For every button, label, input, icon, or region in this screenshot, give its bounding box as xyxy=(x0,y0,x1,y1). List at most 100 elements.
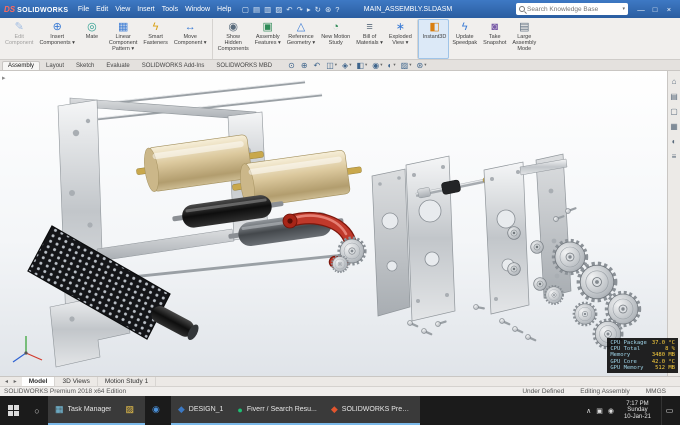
maximize-button[interactable]: □ xyxy=(648,5,662,14)
ribbon-button[interactable]: ∗ Exploded View ▾ xyxy=(386,19,415,59)
graphics-area[interactable] xyxy=(0,71,680,376)
ribbon-button-label: Mate xyxy=(85,34,99,40)
headsup-item[interactable]: ◈ ▾ xyxy=(342,61,351,70)
ribbon-button[interactable]: ◧ Instant3D xyxy=(416,19,450,59)
featuremanager-collapse-icon[interactable]: ▸ xyxy=(2,74,6,82)
taskbar-app-button[interactable]: ▦ Task Manager xyxy=(48,396,119,425)
ribbon-button[interactable]: ≡ Bill of Materials ▾ xyxy=(353,19,386,59)
taskbar-app-button[interactable]: ◆ SOLIDWORKS Prem... xyxy=(323,396,420,425)
ribbon-button[interactable]: ϟ Smart Fasteners xyxy=(140,19,170,59)
menu-item[interactable]: Window xyxy=(182,6,214,13)
knowledge-search[interactable]: ▾ xyxy=(516,3,628,15)
design-library-icon[interactable]: ▤ xyxy=(670,92,678,101)
solidworks-logo: DS SOLIDWORKS xyxy=(4,5,68,14)
menu-item[interactable]: View xyxy=(112,6,134,13)
menu-item[interactable]: Help xyxy=(214,6,235,13)
ribbon-button[interactable]: ✎ Edit Component xyxy=(2,19,36,59)
options-icon[interactable]: ⊛ xyxy=(325,5,331,14)
new-document-icon[interactable]: ▢ xyxy=(242,5,249,14)
headsup-item[interactable]: ◐ ▾ xyxy=(388,61,396,70)
taskbar-app-button[interactable]: ◉ xyxy=(145,396,171,425)
ribbon-button[interactable]: ▦ Linear Component Pattern ▾ xyxy=(106,19,140,59)
exploded-view-icon: ∗ xyxy=(395,21,405,33)
headsup-item[interactable]: ⊕ xyxy=(301,61,309,70)
status-item[interactable]: Under Defined xyxy=(522,388,564,395)
viewport-tab[interactable]: Model xyxy=(21,377,56,386)
ribbon-button[interactable]: ▤ Large Assembly Mode xyxy=(509,19,539,59)
commandmanager-tab[interactable]: Evaluate xyxy=(100,61,135,70)
ribbon-button[interactable]: ◉ Show Hidden Components xyxy=(211,19,252,59)
search-dropdown-icon[interactable]: ▾ xyxy=(622,6,625,12)
graphics-viewport[interactable]: ▸ ⌂ ▤ ▢ ▦ ◐ ≡ CPU Package 37.0 °C CPU Total 8… xyxy=(0,71,680,376)
action-center-icon[interactable]: ▭ xyxy=(661,396,677,425)
ribbon-button[interactable]: ▣ Assembly Features ▾ xyxy=(252,19,284,59)
menu-item[interactable]: Edit xyxy=(93,6,112,13)
appearances-icon[interactable]: ◐ xyxy=(672,137,677,146)
file-explorer-icon[interactable]: ▢ xyxy=(670,107,678,116)
save-icon[interactable]: ▥ xyxy=(264,5,271,14)
viewport-tab[interactable]: Motion Study 1 xyxy=(98,377,157,386)
taskbar-app-button[interactable]: ◆ DESIGN_1 xyxy=(170,396,231,425)
commandmanager-tab[interactable]: SOLIDWORKS MBD xyxy=(210,61,278,70)
print-icon[interactable]: ▨ xyxy=(275,5,282,14)
taskbar-app-button[interactable]: ▨ xyxy=(118,396,145,425)
status-item[interactable]: Editing Assembly xyxy=(580,388,630,395)
headsup-item[interactable]: ▨ ▾ xyxy=(401,61,412,70)
ribbon-button[interactable]: ↔ Move Component ▾ xyxy=(171,19,210,59)
ribbon-button[interactable]: ◙ Take Snapshot xyxy=(480,19,509,59)
open-document-icon[interactable]: ▤ xyxy=(253,5,260,14)
dropdown-arrow-icon: ▾ xyxy=(393,62,396,67)
part-plate-mid-right[interactable] xyxy=(405,155,456,322)
tray-icon-1[interactable]: ▣ xyxy=(596,407,603,415)
ribbon-button-label: View ▾ xyxy=(392,40,409,46)
ribbon-button-label: Snapshot xyxy=(483,40,507,46)
taskbar-app-button[interactable]: ● Fiverr / Search Resu... xyxy=(230,396,324,425)
taskbar-search-icon[interactable]: ○ xyxy=(26,396,48,425)
part-gear-cluster[interactable] xyxy=(543,238,642,350)
close-button[interactable]: × xyxy=(662,5,676,14)
headsup-item[interactable]: ◫ ▾ xyxy=(326,61,337,70)
ribbon-button[interactable]: △ Reference Geometry ▾ xyxy=(284,19,318,59)
help-icon[interactable]: ? xyxy=(335,5,339,14)
part-plate-right[interactable] xyxy=(483,161,530,315)
ribbon-button[interactable]: ⊕ Insert Components ▾ xyxy=(36,19,77,59)
tab-scroll-arrows-icon[interactable]: ◂ ▸ xyxy=(2,378,22,385)
tray-chevron-icon[interactable]: ∧ xyxy=(586,407,591,415)
tray-icon-2[interactable]: ◉ xyxy=(608,407,614,415)
commandmanager-tab[interactable]: Assembly xyxy=(2,61,41,70)
ribbon-button-label: Pattern ▾ xyxy=(112,46,135,52)
headsup-item[interactable]: ⊛ ▾ xyxy=(416,61,426,70)
start-button[interactable] xyxy=(0,396,26,425)
menu-item[interactable]: Tools xyxy=(158,6,181,13)
viewport-tab[interactable]: 3D Views xyxy=(55,377,98,386)
headsup-item[interactable]: ⊙ xyxy=(288,61,296,70)
select-icon[interactable]: ▸ xyxy=(307,5,311,14)
part-plate-mid-left[interactable] xyxy=(371,168,411,317)
rebuild-icon[interactable]: ↻ xyxy=(315,5,321,14)
taskbar-clock[interactable]: 7:17 PM Sunday 10-Jan-21 xyxy=(619,401,656,421)
edit-appearance-icon: ◐ xyxy=(387,60,393,70)
search-input[interactable] xyxy=(527,5,621,13)
headsup-item[interactable]: ◧ ▾ xyxy=(356,61,367,70)
ribbon-button-label: Components xyxy=(217,46,249,52)
ribbon-button[interactable]: ◔ New Motion Study xyxy=(318,19,353,59)
undo-icon[interactable]: ↶ xyxy=(286,5,292,14)
view-settings-icon: ⊛ xyxy=(416,60,424,70)
headsup-item[interactable]: ◉ ▾ xyxy=(372,61,382,70)
part-lower-shaft[interactable] xyxy=(111,253,345,281)
commandmanager-tab[interactable]: SOLIDWORKS Add-Ins xyxy=(136,61,211,70)
ribbon-button[interactable]: ◎ Mate xyxy=(78,19,106,59)
solidworks-resources-icon[interactable]: ⌂ xyxy=(672,77,677,86)
custom-properties-icon[interactable]: ≡ xyxy=(672,152,677,161)
commandmanager-tab[interactable]: Sketch xyxy=(70,61,100,70)
minimize-button[interactable]: — xyxy=(634,5,648,14)
view-palette-icon[interactable]: ▦ xyxy=(670,122,678,131)
headsup-item[interactable]: ↶ xyxy=(314,61,322,70)
redo-icon[interactable]: ↷ xyxy=(297,5,303,14)
menu-item[interactable]: File xyxy=(74,6,92,13)
ribbon-button[interactable]: ϟ Update Speedpak xyxy=(449,19,480,59)
status-item[interactable]: MMGS xyxy=(646,388,666,395)
commandmanager-tab[interactable]: Layout xyxy=(40,61,70,70)
menu-item[interactable]: Insert xyxy=(134,6,159,13)
clock-date: 10-Jan-21 xyxy=(623,413,651,420)
